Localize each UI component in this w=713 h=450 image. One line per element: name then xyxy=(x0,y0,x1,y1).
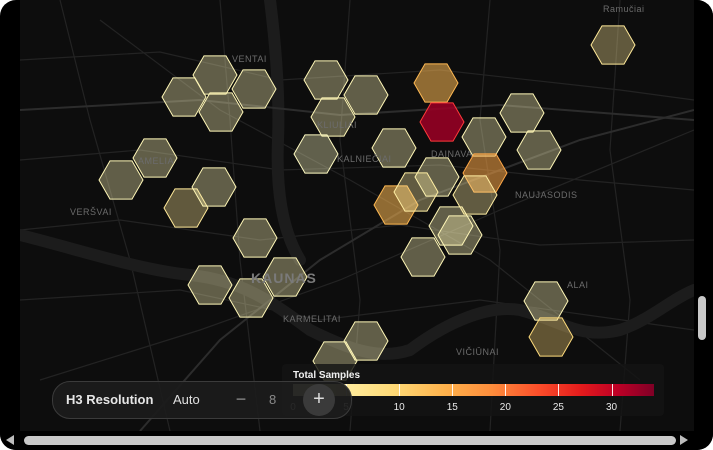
auto-mode-toggle[interactable]: Auto xyxy=(173,392,200,407)
map-label-versvai: VERŠVAI xyxy=(70,207,112,217)
hexagon-cell-h14[interactable] xyxy=(413,63,459,103)
hexagon-cell-h17[interactable] xyxy=(499,93,545,133)
legend-tick-label-10: 10 xyxy=(393,402,405,413)
resolution-value: 8 xyxy=(269,392,277,407)
vertical-scrollbar-thumb[interactable] xyxy=(698,296,706,340)
horizontal-scrollbar-thumb[interactable] xyxy=(24,436,676,445)
legend-tick-30 xyxy=(611,384,613,396)
h3-resolution-label: H3 Resolution xyxy=(66,392,154,407)
hexagon-cell-h6[interactable] xyxy=(303,60,349,100)
map-label-kalniecai: KALNIEČIAI xyxy=(337,154,392,164)
legend-tick-15 xyxy=(452,384,454,396)
map-label-amelia: AMELIA xyxy=(138,156,175,166)
decrease-resolution-button[interactable]: − xyxy=(231,387,251,411)
hexagon-cell-h9[interactable] xyxy=(293,134,339,174)
legend-tick-10 xyxy=(399,384,401,396)
scroll-right-icon[interactable] xyxy=(680,435,688,445)
map-label-kaunas: KAUNAS xyxy=(251,270,317,286)
map-label-karmelitai: KARMELITAI xyxy=(283,314,341,324)
legend-tick-label-30: 30 xyxy=(605,402,618,413)
map-label-vicinai: VIČIŪNAI xyxy=(456,347,500,357)
app-window: Ramučiai VENTAI KLIULIAI KALNIEČIAI DAIN… xyxy=(0,0,713,450)
legend-tick-label-20: 20 xyxy=(499,402,511,413)
hexagon-cell-h1[interactable] xyxy=(590,25,636,65)
legend-tick-label-25: 25 xyxy=(552,402,564,413)
map-label-naujasodis: NAUJASODIS xyxy=(515,190,578,200)
hexagon-cell-h10[interactable] xyxy=(98,160,144,200)
map-label-silainiai: VENTAI xyxy=(232,54,267,64)
map-label-ramuciai: Ramučiai xyxy=(603,4,645,14)
vertical-scrollbar[interactable] xyxy=(694,0,713,431)
hexagon-cell-h24[interactable] xyxy=(400,237,446,277)
legend-tick-25 xyxy=(558,384,560,396)
map-label-petrasiunai: ALAI xyxy=(567,280,589,290)
map-label-vilijampole: KLIULIAI xyxy=(317,120,358,130)
hexagon-layer xyxy=(98,25,636,381)
legend-tick-20 xyxy=(505,384,507,396)
hexagon-cell-h26[interactable] xyxy=(516,130,562,170)
horizontal-scrollbar[interactable] xyxy=(0,431,713,450)
h3-resolution-control: H3 Resolution Auto − 8 + xyxy=(52,381,352,419)
hexagon-cell-h4[interactable] xyxy=(231,69,277,109)
legend-tick-label-15: 15 xyxy=(446,402,458,413)
increase-resolution-button[interactable]: + xyxy=(303,384,335,416)
scroll-left-icon[interactable] xyxy=(6,435,14,445)
legend-title: Total Samples xyxy=(293,370,361,381)
map-label-dainava: DAINAVA xyxy=(431,149,473,159)
